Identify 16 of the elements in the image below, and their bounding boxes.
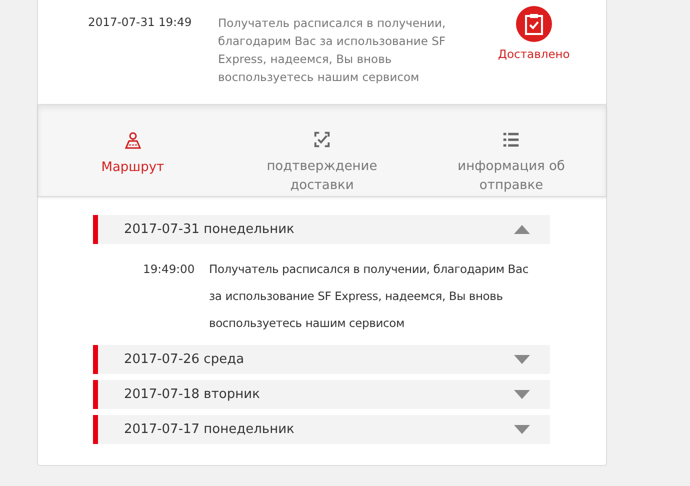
list-icon: [501, 130, 522, 149]
tab[interactable]: Маршрут: [38, 105, 228, 196]
event-time: 19:49:00: [143, 261, 196, 278]
status-time: 2017-07-31 19:49: [88, 14, 193, 31]
status-message: Получатель расписался в получении, благодарим Вас за использование SF Express, надеемся, Вы вновь воспользуетесь нашим сервисом: [218, 15, 447, 86]
clipboard-check-icon: [516, 6, 552, 42]
day-header[interactable]: 2017-07-26 среда: [93, 345, 550, 374]
check-square-icon: [312, 130, 332, 149]
event-text: Получатель расписался в получении, благодарим Вас за использование SF Express, надеемся, Вы вновь воспользуетесь нашим сервисом: [209, 261, 530, 332]
day-header[interactable]: 2017-07-31 понедельник: [93, 215, 550, 244]
tab[interactable]: подтверждение доставки: [227, 105, 417, 196]
map-pin-icon: [122, 130, 143, 150]
status-label: Доставлено: [498, 46, 570, 63]
tab[interactable]: информация об отправке: [416, 105, 606, 196]
day-header[interactable]: 2017-07-18 вторник: [93, 380, 550, 409]
day-header[interactable]: 2017-07-17 понедельник: [93, 415, 550, 444]
